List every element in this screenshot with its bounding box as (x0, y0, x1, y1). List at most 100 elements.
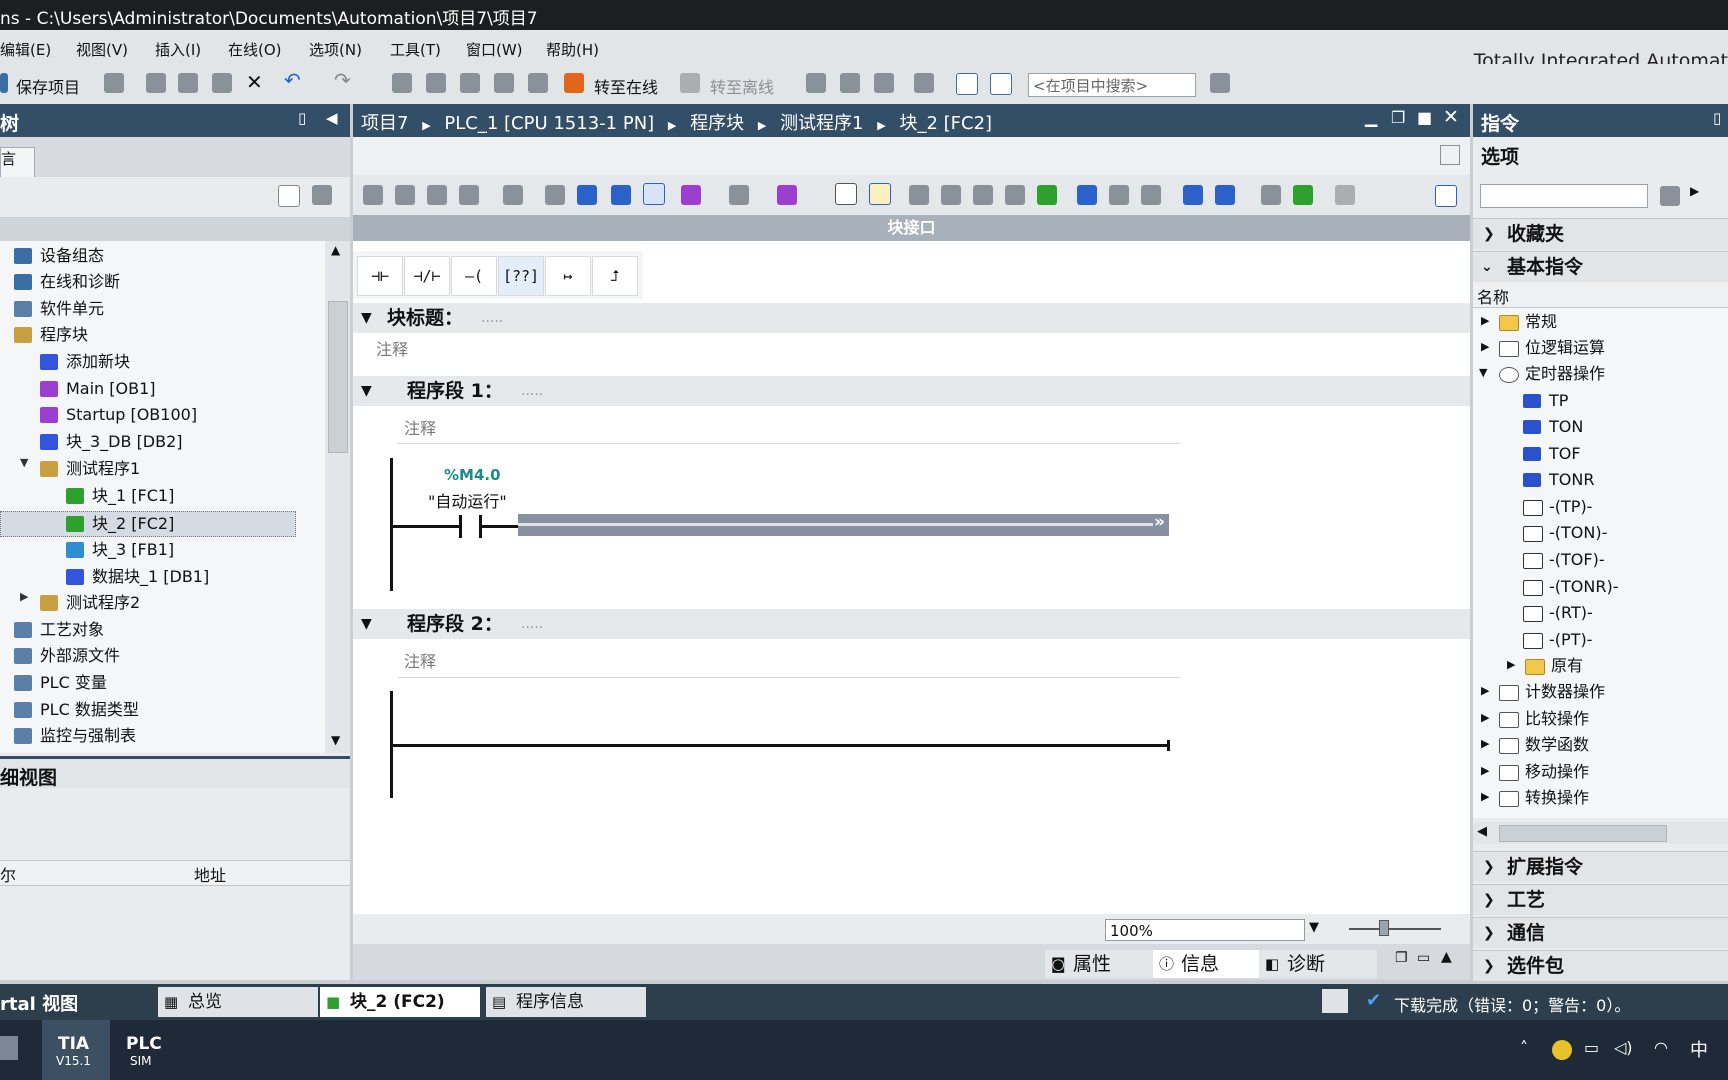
menu-view[interactable]: 视图(V) (76, 39, 128, 60)
save-project-button[interactable]: 保存项目 (16, 74, 80, 98)
expand-icon[interactable]: ▶ (1481, 684, 1489, 697)
start-cpu-icon[interactable] (840, 73, 860, 93)
simulation-icon[interactable] (494, 73, 514, 93)
stop-cpu-icon[interactable] (874, 73, 894, 93)
start-icon[interactable] (0, 1036, 18, 1060)
hscroll-thumb[interactable] (1499, 825, 1667, 842)
expand-icon[interactable]: ▶ (1481, 737, 1489, 750)
favorites-icon[interactable] (681, 185, 701, 205)
extended-instructions-section[interactable]: ❯ 扩展指令 (1473, 851, 1728, 882)
toggle-view-icon[interactable] (835, 183, 857, 205)
network-icon[interactable]: ▭ (1584, 1038, 1599, 1057)
network-2-comment[interactable]: 注释 (404, 648, 436, 672)
expand-icon[interactable]: ▶ (1507, 658, 1515, 671)
upload-icon[interactable] (460, 73, 480, 93)
breadcrumb-program-blocks[interactable]: 程序块 (690, 113, 744, 134)
expand-icon[interactable]: ▶ (1481, 711, 1489, 724)
expand-icon[interactable]: ❯ (1483, 852, 1495, 882)
go-offline-icon[interactable] (680, 73, 700, 93)
tray-app-icon[interactable] (1552, 1040, 1572, 1060)
taskbar-tia-portal[interactable]: TIA V15.1 (42, 1020, 110, 1080)
scroll-left-icon[interactable]: ◀ (1477, 824, 1487, 839)
force-icon[interactable] (1293, 185, 1313, 205)
no-contact-button[interactable]: ⊣⊢ (357, 256, 403, 296)
technology-section[interactable]: ❯ 工艺 (1473, 884, 1728, 915)
expand-icon[interactable]: ❯ (1483, 951, 1495, 981)
network-1-title-value[interactable]: ..... (521, 376, 543, 406)
download-icon[interactable] (426, 73, 446, 93)
copy-icon[interactable] (178, 73, 198, 93)
zoom-select[interactable]: 100% (1105, 919, 1305, 941)
expand-up-icon[interactable]: ▲ (1441, 949, 1452, 965)
block-title-bar[interactable]: ▼ 块标题： ..... (353, 303, 1470, 333)
tab-devices[interactable]: 言 (0, 147, 35, 178)
expand-icon[interactable]: ▶ (1481, 314, 1489, 327)
status-log-icon[interactable] (1322, 989, 1348, 1013)
go-offline-button[interactable]: 转至离线 (710, 74, 774, 98)
expand-icon[interactable]: ❯ (1483, 918, 1495, 948)
coil-button[interactable]: –( )– (451, 256, 497, 323)
insert-branch-icon[interactable] (427, 185, 447, 205)
pin-icon[interactable]: ▯ (1713, 109, 1721, 127)
split-horizontal-icon[interactable] (956, 73, 978, 95)
network-1-bar[interactable]: ▼ 程序段 1： ..... (353, 376, 1470, 406)
network-1-comment[interactable]: 注释 (404, 415, 436, 439)
ime-indicator[interactable]: 中 (1690, 1036, 1708, 1062)
tab-program-info[interactable]: ▤ 程序信息 (486, 987, 646, 1017)
scroll-up-icon[interactable]: ▲ (331, 243, 340, 257)
breakpoint-icon[interactable] (1109, 185, 1129, 205)
monitor-icon[interactable] (729, 185, 749, 205)
tab-info[interactable]: ⓘ 信息 (1153, 950, 1271, 978)
zoom-slider-thumb[interactable] (1379, 920, 1389, 936)
collapse-icon[interactable]: ▼ (361, 376, 372, 406)
close-branch-button[interactable]: ⮥ (592, 256, 638, 296)
contact-address[interactable]: %M4.0 (444, 466, 501, 484)
minimize-icon[interactable]: ▁ (1365, 108, 1377, 127)
go-online-icon[interactable] (564, 73, 584, 93)
tree-scroll-thumb[interactable] (328, 301, 348, 453)
search-next-icon[interactable]: ▶ (1690, 184, 1699, 198)
monitor-on-icon[interactable] (1183, 185, 1203, 205)
instruction-search-icon[interactable] (1660, 186, 1680, 206)
print-icon[interactable] (104, 73, 124, 93)
menu-insert[interactable]: 插入(I) (155, 39, 201, 60)
restore-icon[interactable]: ❐ (1395, 950, 1408, 966)
wifi-icon[interactable]: ◠ (1654, 1038, 1668, 1057)
tray-expand-icon[interactable]: ˄ (1520, 1038, 1528, 1057)
open-rung-segment[interactable]: » (518, 512, 1169, 536)
start-simulation-icon[interactable] (528, 73, 548, 93)
breadcrumb-test-program[interactable]: 测试程序1 (780, 113, 863, 134)
close-branch-icon[interactable] (459, 185, 479, 205)
goto-error-icon[interactable] (503, 185, 523, 205)
overview-icon[interactable] (278, 185, 300, 207)
modify-icon[interactable] (777, 185, 797, 205)
maximize-icon[interactable]: ■ (1417, 108, 1432, 127)
network-2-title-value[interactable]: ..... (521, 609, 543, 639)
properties-icon[interactable] (1261, 185, 1281, 205)
go-online-button[interactable]: 转至在线 (594, 74, 658, 98)
expand-icon[interactable]: ▶ (1481, 340, 1489, 353)
block-calls-icon[interactable] (941, 185, 961, 205)
collapse-icon[interactable]: ⌄ (1481, 252, 1493, 282)
block-comment[interactable]: 注释 (376, 336, 408, 360)
close-all-networks-icon[interactable] (577, 185, 597, 205)
menu-help[interactable]: 帮助(H) (546, 39, 599, 60)
absolute-symbolic-icon[interactable] (611, 185, 631, 205)
breadcrumb-project[interactable]: 项目7 (361, 113, 408, 134)
expand-icon[interactable]: ❯ (1483, 219, 1495, 249)
optional-packages-section[interactable]: ❯ 选件包 (1473, 950, 1728, 981)
ladder-editor[interactable] (353, 241, 1470, 914)
test-icon[interactable] (1037, 185, 1057, 205)
menu-edit[interactable]: 编辑(E) (0, 39, 51, 60)
search-icon[interactable] (1210, 73, 1230, 93)
cross-reference-icon[interactable] (914, 73, 934, 93)
block-title-value[interactable]: ..... (481, 303, 503, 333)
menu-options[interactable]: 选项(N) (309, 39, 362, 60)
instruction-search-input[interactable] (1480, 184, 1648, 208)
minimize-icon[interactable]: ▭ (1417, 950, 1430, 966)
communication-section[interactable]: ❯ 通信 (1473, 917, 1728, 948)
instruction-hscrollbar[interactable]: ◀ (1473, 822, 1728, 844)
tab-properties[interactable]: ◙ 属性 (1045, 950, 1163, 978)
scroll-down-icon[interactable]: ▼ (331, 733, 340, 747)
collapse-panel-icon[interactable]: ◀ (326, 109, 338, 127)
